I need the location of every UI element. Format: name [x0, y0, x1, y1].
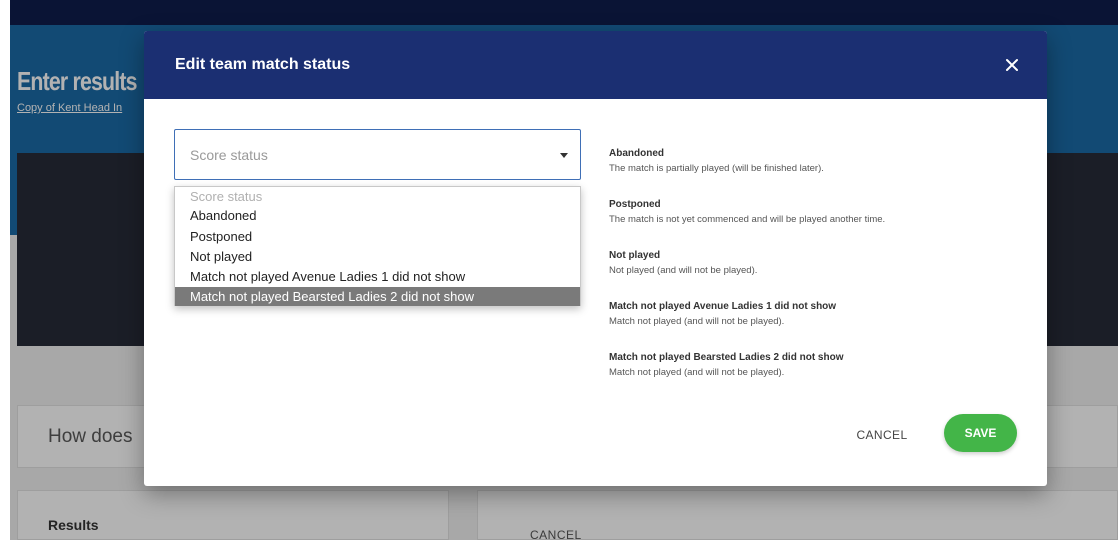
description-abandoned: Abandoned The match is partially played …: [609, 148, 1029, 174]
option-avenue-no-show[interactable]: Match not played Avenue Ladies 1 did not…: [175, 267, 580, 286]
description-text: The match is partially played (will be f…: [609, 163, 824, 174]
save-button[interactable]: SAVE: [944, 414, 1017, 452]
description-bearsted-no-show: Match not played Bearsted Ladies 2 did n…: [609, 352, 1029, 378]
description-text: Not played (and will not be played).: [609, 265, 758, 276]
caret-down-icon: [560, 153, 568, 158]
close-icon: [1006, 59, 1018, 71]
left-edge: [0, 0, 10, 540]
option-score-status[interactable]: Score status: [175, 187, 580, 206]
modal-title: Edit team match status: [175, 56, 351, 73]
description-text: Match not played (and will not be played…: [609, 367, 785, 378]
option-bearsted-no-show[interactable]: Match not played Bearsted Ladies 2 did n…: [175, 287, 580, 306]
description-title: Match not played Avenue Ladies 1 did not…: [609, 301, 837, 312]
description-title: Postponed: [609, 199, 661, 210]
score-status-select[interactable]: Score status: [174, 129, 581, 180]
description-title: Match not played Bearsted Ladies 2 did n…: [609, 352, 844, 363]
close-button[interactable]: [996, 49, 1028, 81]
description-title: Not played: [609, 250, 661, 261]
description-not-played: Not played Not played (and will not be p…: [609, 250, 1029, 276]
description-text: Match not played (and will not be played…: [609, 316, 785, 327]
option-not-played[interactable]: Not played: [175, 247, 580, 266]
option-abandoned[interactable]: Abandoned: [175, 206, 580, 225]
description-title: Abandoned: [609, 148, 664, 159]
edit-status-modal: Edit team match status Score status Scor…: [144, 31, 1047, 486]
description-text: The match is not yet commenced and will …: [609, 214, 886, 225]
description-avenue-no-show: Match not played Avenue Ladies 1 did not…: [609, 301, 1029, 327]
cancel-button[interactable]: CANCEL: [847, 422, 917, 448]
description-postponed: Postponed The match is not yet commenced…: [609, 199, 1029, 225]
modal-header: Edit team match status: [144, 31, 1047, 99]
select-value: Score status: [190, 147, 268, 163]
option-postponed[interactable]: Postponed: [175, 227, 580, 246]
status-dropdown: Score status Abandoned Postponed Not pla…: [174, 186, 581, 306]
